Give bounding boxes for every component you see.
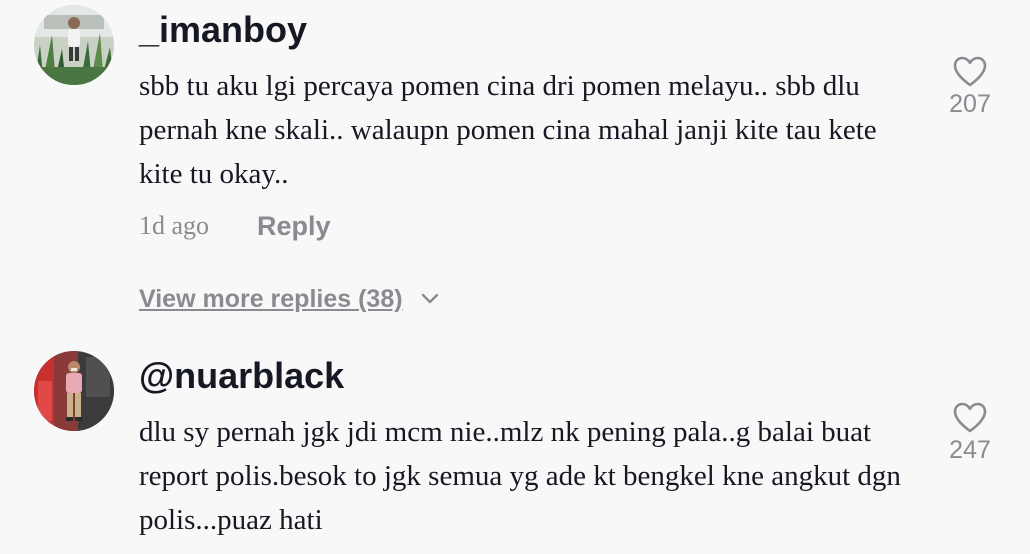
- comment-timestamp: 1d ago: [139, 211, 210, 240]
- comment-text: sbb tu aku lgi percaya pomen cina dri po…: [139, 70, 877, 190]
- chevron-down-icon: [421, 293, 438, 304]
- comment-item: _imanboy sbb tu aku lgi percaya pomen ci…: [0, 0, 1030, 330]
- avatar-photo-plants: [34, 5, 114, 85]
- view-more-replies-button[interactable]: View more replies (38): [139, 283, 439, 315]
- comment-username[interactable]: @nuarblack: [139, 356, 344, 396]
- comment-text: dlu sy pernah jgk jdi mcm nie..mlz nk pe…: [139, 416, 901, 536]
- heart-outline-icon: [953, 402, 987, 433]
- like-count: 247: [949, 436, 991, 464]
- avatar[interactable]: [34, 5, 114, 85]
- comment-item: @nuarblack dlu sy pernah jgk jdi mcm nie…: [0, 340, 1030, 554]
- view-more-replies-label: View more replies (38): [139, 285, 403, 313]
- like-button[interactable]: 207: [940, 55, 1000, 119]
- avatar[interactable]: [34, 351, 114, 431]
- comment-username[interactable]: _imanboy: [139, 10, 307, 50]
- reply-button[interactable]: Reply: [257, 210, 331, 242]
- like-count: 207: [949, 90, 991, 118]
- comment-meta: 1d ago Reply: [139, 210, 331, 242]
- like-button[interactable]: 247: [940, 401, 1000, 465]
- heart-outline-icon: [953, 56, 987, 87]
- avatar-photo-person: [34, 351, 114, 431]
